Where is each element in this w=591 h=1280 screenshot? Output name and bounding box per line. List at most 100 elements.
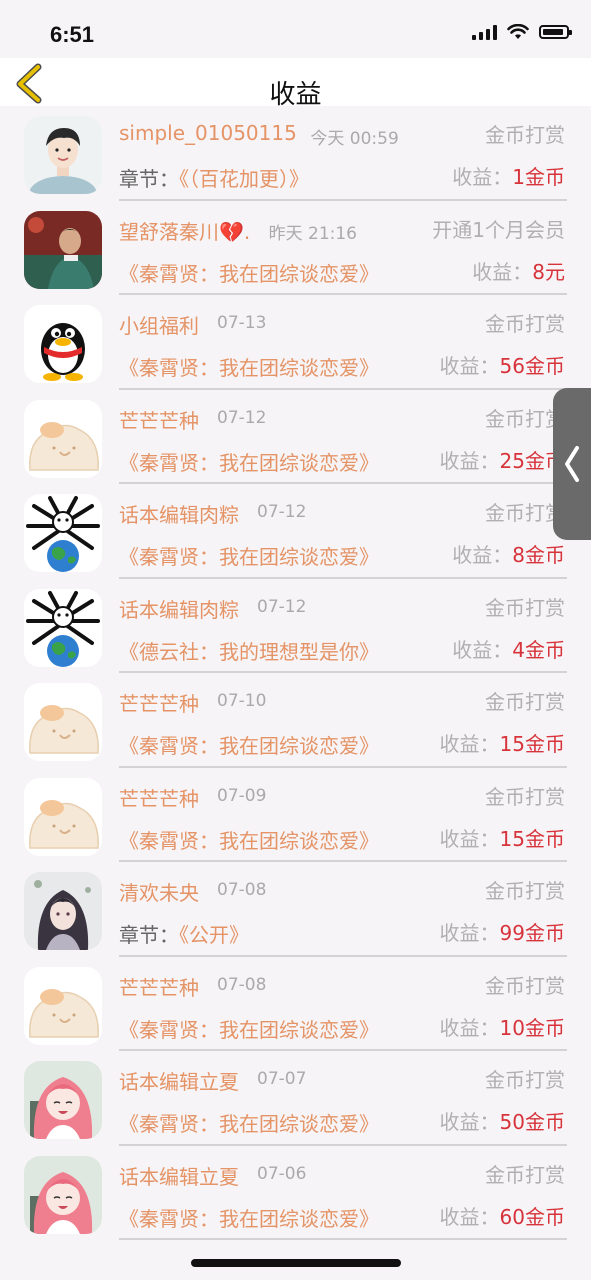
user-name[interactable]: 望舒落秦川💔. <box>119 216 250 245</box>
timestamp: 07-12 <box>257 596 307 617</box>
qq-penguin-avatar[interactable] <box>24 305 102 383</box>
income-row[interactable]: 芒芒芒种 07-09 金币打赏 《秦霄贤：我在团综谈恋爱》 收益：15金币 <box>0 768 591 862</box>
book-title[interactable]: 《秦霄贤：我在团综谈恋爱》 <box>119 1203 379 1232</box>
income-row[interactable]: 望舒落秦川💔. 昨天 21:16 开通1个月会员 《秦霄贤：我在团综谈恋爱》 收益：8元 <box>0 201 591 295</box>
income-row[interactable]: 清欢未央 07-08 金币打赏 章节：《公开》 收益：99金币 <box>0 862 591 957</box>
book-title[interactable]: 《秦霄贤：我在团综谈恋爱》 <box>119 1108 379 1137</box>
side-drawer-tab[interactable] <box>553 388 591 540</box>
income-label: 收益： <box>439 354 500 378</box>
income-row[interactable]: simple_01050115 今天 00:59 金币打赏 章节：《（百花加更）》 收益… <box>0 106 591 201</box>
income-label: 收益： <box>452 165 513 189</box>
user-name[interactable]: 话本编辑立夏 <box>119 1066 239 1095</box>
income-value: 收益：60金币 <box>440 1201 565 1230</box>
income-type: 金币打赏 <box>485 973 565 998</box>
income-row[interactable]: 小组福利 07-13 金币打赏《秦霄贤：我在团综谈恋爱》 收益：56金币 <box>0 295 591 390</box>
income-row[interactable]: 话本编辑肉粽 07-12 金币打赏 《秦霄贤：我在团综谈恋爱》 收益：8金币 <box>0 484 591 579</box>
book-title-text: 《秦霄贤：我在团综谈恋爱》 <box>119 545 379 569</box>
book-title[interactable]: 《秦霄贤：我在团综谈恋爱》 <box>119 730 379 759</box>
book-title-text: 《秦霄贤：我在团综谈恋爱》 <box>119 734 379 758</box>
income-amount: 50金币 <box>499 1110 565 1134</box>
income-value: 收益：56金币 <box>440 350 565 379</box>
timestamp: 昨天 21:16 <box>268 223 357 244</box>
book-title-text: 《秦霄贤：我在团综谈恋爱》 <box>119 1112 379 1136</box>
pink-hair-girl-avatar[interactable] <box>24 1155 102 1234</box>
timestamp: 07-09 <box>217 785 267 806</box>
bun-cartoon-avatar[interactable] <box>24 683 102 761</box>
income-row[interactable]: 芒芒芒种 07-12 金币打赏 《秦霄贤：我在团综谈恋爱》 收益：25金币 <box>0 390 591 484</box>
user-name[interactable]: 芒芒芒种 <box>119 405 199 434</box>
user-name[interactable]: 话本编辑立夏 <box>119 1161 239 1190</box>
book-title[interactable]: 《秦霄贤：我在团综谈恋爱》 <box>119 258 379 287</box>
income-label: 收益： <box>452 543 513 567</box>
income-type: 金币打赏 <box>485 123 565 147</box>
book-title[interactable]: 《秦霄贤：我在团综谈恋爱》 <box>119 1014 379 1043</box>
book-title[interactable]: 《秦霄贤：我在团综谈恋爱》 <box>119 541 379 570</box>
book-title-text: 《德云社：我的理想型是你》 <box>119 639 379 664</box>
income-label: 收益： <box>439 921 500 945</box>
boy-portrait-avatar[interactable] <box>24 116 102 194</box>
bun-cartoon-avatar[interactable] <box>24 966 102 1045</box>
timestamp: 07-13 <box>217 313 267 333</box>
income-amount: 10金币 <box>499 1015 565 1040</box>
income-amount: 8金币 <box>512 543 565 567</box>
book-title-text: 《秦霄贤：我在团综谈恋爱》 <box>119 828 379 853</box>
pink-hair-girl-avatar[interactable] <box>24 1061 102 1139</box>
income-amount: 56金币 <box>499 354 565 378</box>
bun-cartoon-avatar[interactable] <box>24 777 102 856</box>
spider-globe-avatar[interactable] <box>24 494 102 572</box>
timestamp: 07-07 <box>257 1069 307 1089</box>
income-amount: 99金币 <box>499 921 565 945</box>
book-title-text: 《公开》 <box>179 923 249 947</box>
book-title[interactable]: 《秦霄贤：我在团综谈恋爱》 <box>119 825 379 854</box>
singer-photo-avatar[interactable] <box>24 210 102 289</box>
timestamp: 07-10 <box>217 691 267 711</box>
user-name[interactable]: 芒芒芒种 <box>119 688 199 717</box>
anime-girl-avatar[interactable] <box>24 872 102 950</box>
income-amount: 8元 <box>532 259 565 284</box>
income-row[interactable]: 话本编辑立夏 07-07 金币打赏 《秦霄贤：我在团综谈恋爱》 收益：50金币 <box>0 1051 591 1146</box>
spider-globe-avatar[interactable] <box>24 588 102 667</box>
timestamp: 07-06 <box>257 1163 307 1184</box>
income-row[interactable]: 话本编辑肉粽 07-12 金币打赏 《德云社：我的理想型是你》 收益：4金币 <box>0 579 591 673</box>
income-row[interactable]: 芒芒芒种 07-10 金币打赏 《秦霄贤：我在团综谈恋爱》 收益：15金币 <box>0 673 591 768</box>
income-value: 收益：25金币 <box>440 445 565 474</box>
income-label: 收益： <box>439 1204 500 1229</box>
bun-cartoon-avatar[interactable] <box>24 399 102 478</box>
book-title-text: 《（百花加更）》 <box>179 167 309 191</box>
chapter-prefix: 章节： <box>119 923 179 947</box>
user-name[interactable]: 清欢未央 <box>119 877 199 906</box>
income-type: 金币打赏 <box>485 312 565 336</box>
user-name[interactable]: 小组福利 <box>119 310 199 339</box>
income-value: 收益：10金币 <box>440 1012 565 1041</box>
timestamp: 07-12 <box>257 502 307 522</box>
income-value: 收益：15金币 <box>440 823 565 852</box>
income-label: 收益： <box>439 1110 500 1134</box>
income-value: 收益：99金币 <box>440 917 565 946</box>
income-row[interactable]: 话本编辑立夏 07-06 金币打赏《秦霄贤：我在团综谈恋爱》 收益：60金币 <box>0 1146 591 1240</box>
user-name[interactable]: 芒芒芒种 <box>119 972 199 1001</box>
income-type: 金币打赏 <box>485 595 565 620</box>
income-value: 收益：15金币 <box>440 728 565 757</box>
book-title[interactable]: 章节：《（百花加更）》 <box>119 163 309 192</box>
user-name[interactable]: 芒芒芒种 <box>119 783 199 812</box>
user-name[interactable]: 话本编辑肉粽 <box>119 594 239 623</box>
income-label: 收益： <box>439 732 500 756</box>
status-icons <box>472 24 572 40</box>
cellular-signal-icon <box>472 24 497 40</box>
book-title[interactable]: 《秦霄贤：我在团综谈恋爱》 <box>119 352 379 381</box>
income-value: 收益：1金币 <box>452 161 565 190</box>
nav-bar: 收益 <box>0 58 591 110</box>
book-title[interactable]: 《秦霄贤：我在团综谈恋爱》 <box>119 447 379 476</box>
book-title-text: 《秦霄贤：我在团综谈恋爱》 <box>119 261 379 286</box>
chevron-left-icon <box>565 446 579 482</box>
book-title[interactable]: 《德云社：我的理想型是你》 <box>119 636 379 665</box>
income-label: 收益： <box>452 637 513 662</box>
user-name[interactable]: simple_01050115 <box>119 121 297 145</box>
income-type: 金币打赏 <box>485 879 565 903</box>
income-row[interactable]: 芒芒芒种 07-08 金币打赏《秦霄贤：我在团综谈恋爱》 收益：10金币 <box>0 957 591 1051</box>
book-title[interactable]: 章节：《公开》 <box>119 919 249 948</box>
income-type: 金币打赏 <box>485 1162 565 1187</box>
timestamp: 07-08 <box>217 974 267 995</box>
user-name[interactable]: 话本编辑肉粽 <box>119 499 239 528</box>
income-list: simple_01050115 今天 00:59 金币打赏 章节：《（百花加更）》 收益… <box>0 106 591 1240</box>
